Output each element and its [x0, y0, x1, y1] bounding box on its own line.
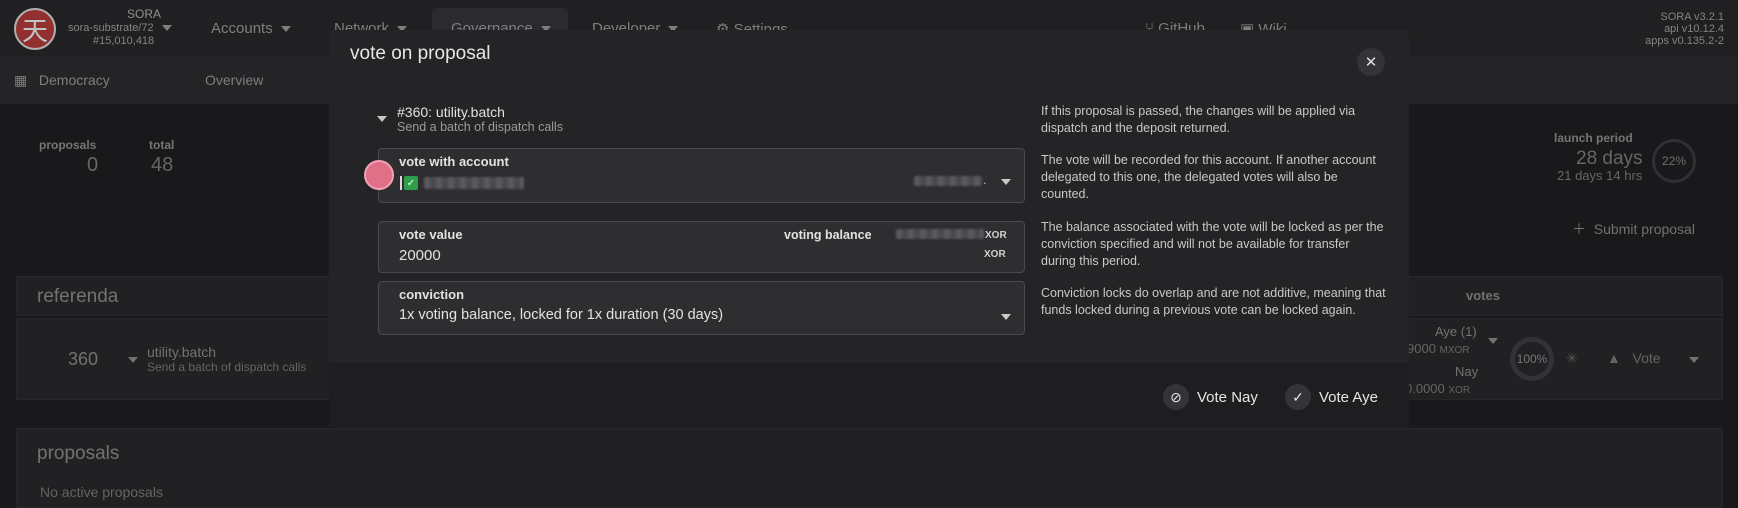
account-cursor	[400, 176, 402, 190]
vote-value-unit: XOR	[984, 249, 1006, 260]
vote-nay-label: Vote Nay	[1197, 388, 1258, 406]
check-icon: ✓	[1285, 384, 1311, 410]
account-avatar	[364, 160, 394, 190]
check-icon: ✓	[404, 176, 418, 190]
voting-balance-redacted	[896, 229, 984, 239]
account-value-suffix: .	[983, 172, 987, 187]
modal-title: vote on proposal	[350, 43, 491, 64]
conviction-label: conviction	[399, 287, 465, 302]
proposal-heading: #360: utility.batch	[397, 104, 505, 120]
account-address-redacted	[424, 177, 524, 189]
chevron-down-icon[interactable]	[1001, 179, 1011, 185]
vote-value-label: vote value	[399, 227, 463, 242]
vote-value-input[interactable]: 20000	[399, 247, 441, 264]
help-account: The vote will be recorded for this accou…	[1041, 153, 1376, 201]
conviction-value: 1x voting balance, locked for 1x duratio…	[399, 307, 724, 323]
voting-balance-unit: XOR	[985, 230, 1007, 241]
ban-icon: ⊘	[1163, 384, 1189, 410]
help-proposal: If this proposal is passed, the changes …	[1041, 104, 1356, 135]
voting-balance-label: voting balance	[784, 228, 872, 242]
vote-nay-button[interactable]: ⊘ Vote Nay	[1163, 384, 1258, 410]
proposal-expand-icon[interactable]	[377, 116, 387, 122]
close-icon[interactable]: ✕	[1357, 48, 1385, 76]
account-label: vote with account	[399, 154, 509, 169]
account-balance-redacted	[914, 176, 982, 186]
vote-aye-label: Vote Aye	[1319, 388, 1378, 406]
help-conviction: Conviction locks do overlap and are not …	[1041, 286, 1386, 317]
vote-aye-button[interactable]: ✓ Vote Aye	[1285, 384, 1378, 410]
help-vote-value: The balance associated with the vote wil…	[1041, 220, 1384, 268]
chevron-down-icon[interactable]	[1001, 314, 1011, 320]
proposal-desc: Send a batch of dispatch calls	[397, 120, 564, 134]
